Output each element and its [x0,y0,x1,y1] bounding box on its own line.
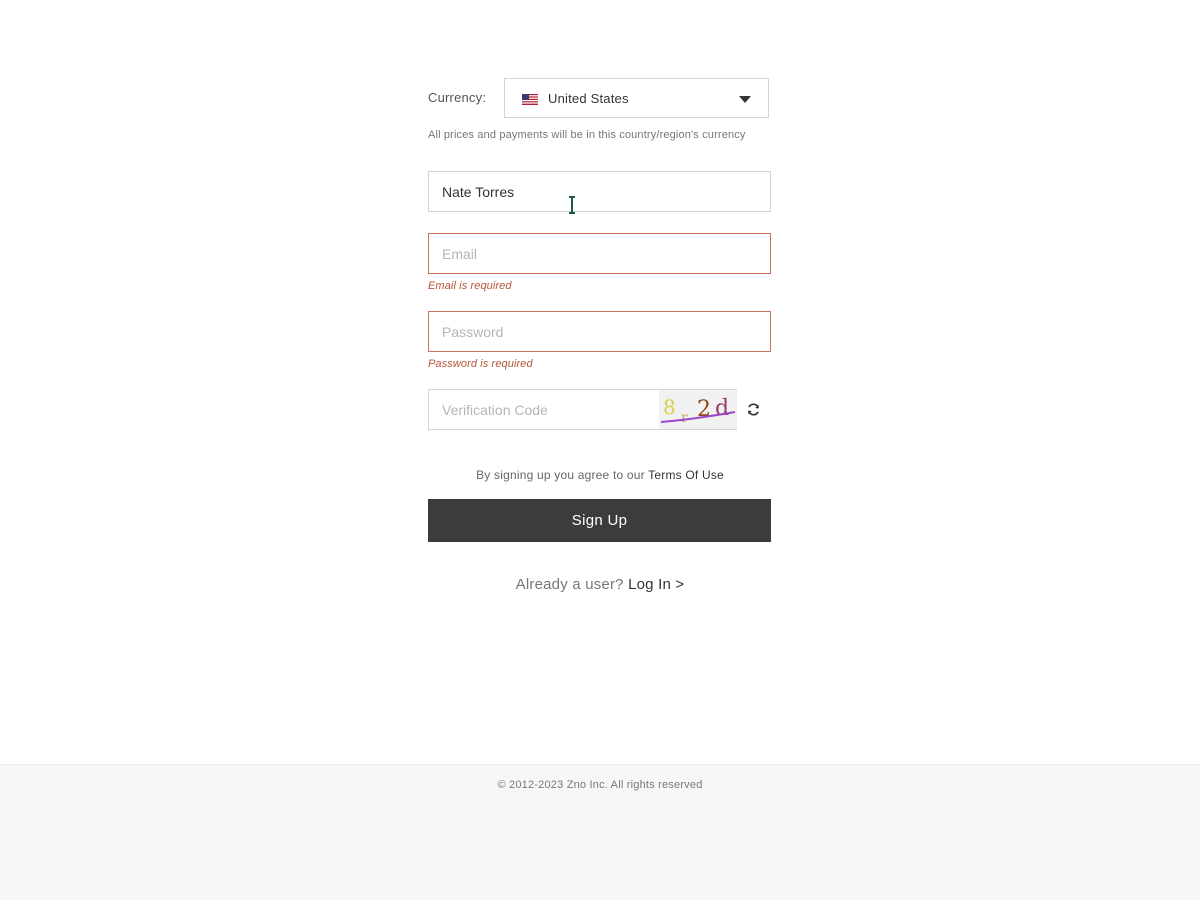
name-field-box [428,171,771,212]
us-flag-icon [522,94,538,105]
captcha-char-2: r [681,410,688,426]
terms-text: By signing up you agree to our Terms Of … [428,468,772,482]
footer: © 2012-2023 Zno Inc. All rights reserved [0,764,1200,900]
log-in-link[interactable]: Log In > [628,576,684,593]
currency-selected-value: United States [548,91,629,106]
signup-form: Currency: United States All prices and p… [428,78,772,593]
copyright-text: © 2012-2023 Zno Inc. All rights reserved [497,779,703,791]
refresh-icon[interactable] [746,402,761,417]
captcha-image[interactable]: 8 r 2 d [659,390,737,429]
verification-code-input[interactable] [429,390,659,429]
currency-select[interactable]: United States [504,78,769,118]
sign-up-button[interactable]: Sign Up [428,499,771,542]
captcha-char-4: d [715,396,729,421]
currency-note: All prices and payments will be in this … [428,129,746,141]
currency-row: Currency: United States [428,78,772,120]
password-input[interactable] [429,312,770,351]
captcha-char-1: 8 [663,395,676,419]
terms-of-use-link[interactable]: Terms Of Use [648,468,724,482]
name-input[interactable] [429,172,770,211]
verification-row: 8 r 2 d [428,389,772,430]
login-prompt: Already a user? Log In > [428,576,772,593]
terms-prefix: By signing up you agree to our [476,468,649,482]
verification-field-box: 8 r 2 d [428,389,737,430]
email-field-box [428,233,771,274]
signup-page: Currency: United States All prices and p… [0,0,1200,900]
password-error: Password is required [428,358,533,370]
currency-label: Currency: [428,90,487,105]
login-prefix: Already a user? [515,576,629,593]
chevron-down-icon [739,96,751,103]
email-error: Email is required [428,280,512,292]
password-field-box [428,311,771,352]
text-cursor-icon [569,196,575,214]
email-input[interactable] [429,234,770,273]
